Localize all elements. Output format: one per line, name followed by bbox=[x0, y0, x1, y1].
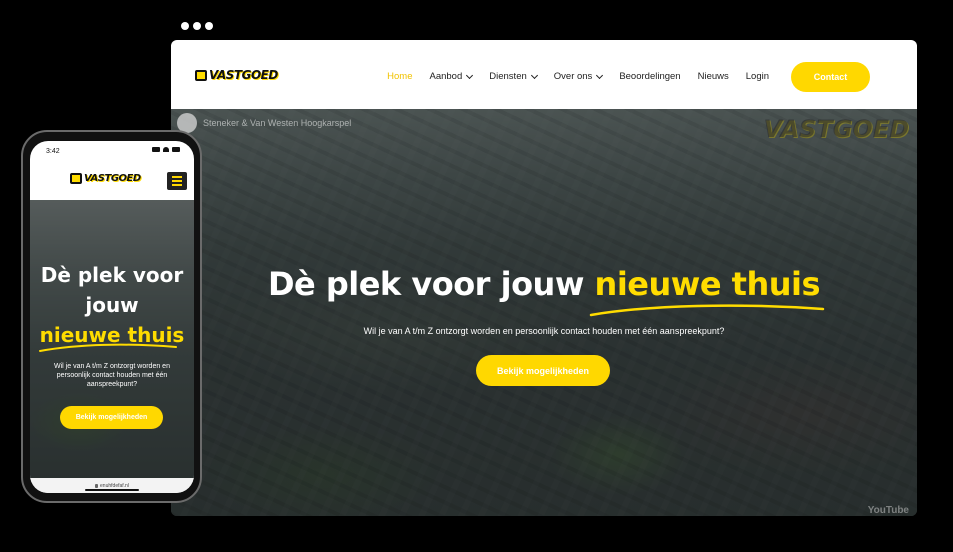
nav-item-diensten[interactable]: Diensten bbox=[489, 71, 538, 82]
nav-item-beoordelingen[interactable]: Beoordelingen bbox=[619, 71, 680, 82]
hero-title: Dè plek voor jouw nieuwe thuis bbox=[171, 265, 917, 303]
site-logo[interactable]: VASTGOED bbox=[195, 68, 278, 82]
youtube-logo[interactable]: YouTube bbox=[868, 505, 909, 516]
hero-video[interactable]: Steneker & Van Westen Hoogkarspel VASTGO… bbox=[171, 109, 917, 516]
status-time: 3:42 bbox=[46, 148, 60, 155]
highlight-underline bbox=[589, 304, 825, 317]
window-dot bbox=[181, 22, 189, 30]
nav-item-aanbod[interactable]: Aanbod bbox=[429, 71, 474, 82]
nav-item-nieuws[interactable]: Nieuws bbox=[698, 71, 729, 82]
nav-item-label: Home bbox=[387, 71, 413, 82]
signal-icon bbox=[152, 147, 160, 152]
logo-house-icon bbox=[195, 69, 207, 81]
hero-title-highlight: nieuwe thuis bbox=[594, 265, 821, 303]
window-dot bbox=[205, 22, 213, 30]
desktop-browser-mockup: VASTGOED Home Aanbod Diensten Over ons Beoor… bbox=[171, 40, 917, 516]
lock-icon bbox=[95, 483, 99, 488]
phone-mockup: 3:42 VASTGOED Dè plek voor jouw nieuwe t… bbox=[21, 130, 202, 503]
mockup-stage: VASTGOED Home Aanbod Diensten Over ons Beoor… bbox=[0, 0, 953, 552]
video-watermark: VASTGOED bbox=[763, 115, 909, 143]
mobile-hero-subtitle: Wil je van A t/m Z ontzorgt worden en pe… bbox=[54, 363, 170, 388]
battery-icon bbox=[172, 147, 180, 152]
video-title[interactable]: Steneker & Van Westen Hoogkarspel bbox=[203, 118, 351, 128]
mobile-cta-button[interactable]: Bekijk mogelijkheden bbox=[60, 406, 163, 429]
nav-item-label: Login bbox=[745, 71, 769, 82]
cta-button[interactable]: Bekijk mogelijkheden bbox=[476, 355, 610, 386]
wifi-icon bbox=[163, 147, 169, 152]
status-icons bbox=[152, 147, 180, 152]
nav-item-label: Diensten bbox=[489, 71, 527, 82]
chevron-down-icon bbox=[530, 71, 538, 79]
contact-button[interactable]: Contact bbox=[791, 62, 870, 92]
mobile-highlight-underline bbox=[39, 343, 177, 352]
hero-subtitle: Wil je van A t/m Z ontzorgt worden en pe… bbox=[363, 326, 725, 336]
nav-item-home[interactable]: Home bbox=[387, 71, 412, 82]
mobile-site-logo[interactable]: VASTGOED bbox=[70, 173, 141, 184]
site-header: VASTGOED Home Aanbod Diensten Over ons Beoor… bbox=[171, 40, 917, 109]
phone-screen: 3:42 VASTGOED Dè plek voor jouw nieuwe t… bbox=[30, 141, 194, 493]
logo-house-icon bbox=[70, 173, 82, 184]
logo-text: VASTGOED bbox=[209, 68, 278, 82]
hamburger-menu-icon[interactable] bbox=[167, 172, 187, 190]
mobile-title-line2: jouw bbox=[85, 293, 139, 317]
mobile-title-line1: Dè plek voor bbox=[40, 263, 184, 287]
status-bar: 3:42 bbox=[30, 141, 194, 163]
window-dots bbox=[181, 22, 213, 30]
mobile-url: enuhfdefaf.nl bbox=[100, 482, 129, 489]
chevron-down-icon bbox=[596, 71, 604, 79]
mobile-hero-title: Dè plek voor jouw nieuwe thuis bbox=[30, 260, 194, 350]
chevron-down-icon bbox=[466, 71, 474, 79]
main-navigation: Home Aanbod Diensten Over ons Beoordelingen N… bbox=[387, 71, 769, 82]
nav-item-label: Beoordelingen bbox=[619, 71, 681, 82]
nav-item-login[interactable]: Login bbox=[746, 71, 769, 82]
nav-item-label: Aanbod bbox=[429, 71, 463, 82]
home-indicator bbox=[85, 489, 139, 491]
nav-item-label: Nieuws bbox=[697, 71, 729, 82]
mobile-hero: Dè plek voor jouw nieuwe thuis Wil je va… bbox=[30, 200, 194, 478]
nav-item-over-ons[interactable]: Over ons bbox=[553, 71, 604, 82]
nav-item-label: Over ons bbox=[553, 71, 593, 82]
hero-title-text: Dè plek voor jouw bbox=[267, 265, 595, 303]
window-dot bbox=[193, 22, 201, 30]
mobile-logo-text: VASTGOED bbox=[84, 173, 141, 184]
